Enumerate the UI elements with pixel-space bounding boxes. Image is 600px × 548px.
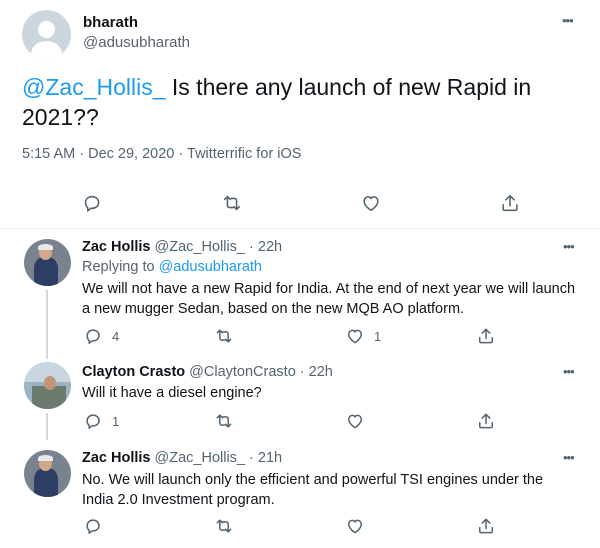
tweet-time[interactable]: 5:15 AM <box>22 146 75 162</box>
author-handle[interactable]: @adusubharath <box>83 34 190 51</box>
avatar-shape <box>38 244 53 250</box>
share-button[interactable] <box>476 516 496 536</box>
reply-time[interactable]: 22h <box>258 239 282 255</box>
reply-header: Zac Hollis @Zac_Hollis_ · 22h <box>82 239 282 255</box>
main-action-bar <box>0 188 600 218</box>
share-icon <box>479 328 493 344</box>
tweet-text-line1: Is there any launch of new Rapid in <box>165 74 532 100</box>
author-name[interactable]: bharath <box>83 14 138 31</box>
default-avatar[interactable] <box>22 10 71 59</box>
reply-icon <box>86 329 100 344</box>
reply-author-handle[interactable]: @Zac_Hollis_ <box>155 450 245 466</box>
reply-tweet[interactable]: Clayton Crasto @ClaytonCrasto · 22h ••• … <box>0 359 600 440</box>
retweet-button[interactable] <box>214 516 243 536</box>
like-button[interactable] <box>360 192 382 214</box>
reply-button[interactable] <box>81 192 103 214</box>
heart-icon <box>363 196 379 212</box>
reply-tweet[interactable]: Zac Hollis @Zac_Hollis_ · 22h ••• Replyi… <box>0 229 600 359</box>
more-icon[interactable]: ••• <box>563 365 575 378</box>
reply-button[interactable] <box>83 516 112 536</box>
reply-icon <box>84 195 100 212</box>
more-icon[interactable]: ••• <box>563 240 575 253</box>
reply-text: Will it have a diesel engine? <box>82 383 587 403</box>
retweet-icon <box>223 195 241 211</box>
avatar-shape <box>34 468 58 497</box>
reply-time[interactable]: 22h <box>309 364 333 380</box>
reply-text-line1: Will it have a diesel engine? <box>82 385 262 401</box>
reply-icon <box>86 414 100 429</box>
tweet-client: Twitterrific for iOS <box>187 146 302 162</box>
like-button[interactable] <box>345 516 374 536</box>
avatar[interactable] <box>24 450 71 497</box>
reply-tweet[interactable]: Zac Hollis @Zac_Hollis_ · 21h ••• No. We… <box>0 440 600 548</box>
replying-to-link[interactable]: @adusubharath <box>159 259 262 275</box>
heart-icon <box>348 329 362 344</box>
replying-to: Replying to @adusubharath <box>82 259 262 275</box>
reply-count: 1 <box>112 413 120 429</box>
main-tweet: bharath @adusubharath ••• @Zac_Hollis_ I… <box>0 0 600 229</box>
reply-button[interactable]: 4 <box>83 326 119 346</box>
meta-separator: · <box>178 146 184 162</box>
reply-text-line2: a new mugger Sedan, based on the new MQB… <box>82 301 465 317</box>
avatar-body-shape <box>31 41 62 59</box>
retweet-icon <box>216 414 232 428</box>
avatar-shape <box>38 455 53 461</box>
thread-line <box>46 413 48 440</box>
reply-time[interactable]: 21h <box>258 450 282 466</box>
reply-text-line1: No. We will launch only the efficient an… <box>82 472 544 488</box>
tweet-text-line2: 2021?? <box>22 104 99 130</box>
reply-author-name[interactable]: Zac Hollis <box>82 239 151 255</box>
share-icon <box>479 413 493 429</box>
reply-author-handle[interactable]: @ClaytonCrasto <box>189 364 296 380</box>
heart-icon <box>348 414 362 429</box>
reply-text: No. We will launch only the efficient an… <box>82 470 587 510</box>
avatar-shape <box>44 376 56 390</box>
reply-text-line2: India 2.0 Investment program. <box>82 492 275 508</box>
retweet-icon <box>216 329 232 343</box>
avatar-head-shape <box>38 21 55 38</box>
replying-to-label: Replying to <box>82 259 155 275</box>
share-icon <box>502 194 518 212</box>
tweet-meta: 5:15 AM · Dec 29, 2020 · Twitterrific fo… <box>22 146 301 162</box>
reply-author-name[interactable]: Clayton Crasto <box>82 364 185 380</box>
header-separator: · <box>249 450 254 466</box>
tweet-date[interactable]: Dec 29, 2020 <box>88 146 174 162</box>
thread-line <box>46 290 48 359</box>
retweet-button[interactable] <box>221 192 243 214</box>
share-button[interactable] <box>476 326 496 346</box>
header-separator: · <box>249 239 254 255</box>
retweet-button[interactable] <box>214 411 243 431</box>
retweet-icon <box>216 519 232 533</box>
reply-text: We will not have a new Rapid for India. … <box>82 279 587 319</box>
share-button[interactable] <box>499 192 521 214</box>
like-button[interactable] <box>345 411 374 431</box>
like-count: 1 <box>374 328 382 344</box>
reply-icon <box>86 519 100 534</box>
reply-author-handle[interactable]: @Zac_Hollis_ <box>155 239 245 255</box>
tweet-text: @Zac_Hollis_ Is there any launch of new … <box>22 72 582 132</box>
header-separator: · <box>299 364 305 380</box>
reply-author-name[interactable]: Zac Hollis <box>82 450 151 466</box>
reply-header: Zac Hollis @Zac_Hollis_ · 21h <box>82 450 282 466</box>
reply-button[interactable]: 1 <box>83 411 119 431</box>
like-button[interactable]: 1 <box>345 326 381 346</box>
avatar-shape <box>34 257 58 286</box>
reply-text-line1: We will not have a new Rapid for India. … <box>82 281 576 297</box>
share-button[interactable] <box>476 411 496 431</box>
avatar[interactable] <box>24 362 71 409</box>
reply-header: Clayton Crasto @ClaytonCrasto · 22h <box>82 364 333 380</box>
mention-link[interactable]: @Zac_Hollis_ <box>22 74 166 100</box>
share-icon <box>479 518 493 534</box>
avatar[interactable] <box>24 239 71 286</box>
heart-icon <box>348 519 362 534</box>
more-icon[interactable]: ••• <box>562 14 574 27</box>
retweet-button[interactable] <box>214 326 243 346</box>
reply-count: 4 <box>112 328 120 344</box>
more-icon[interactable]: ••• <box>563 451 575 464</box>
meta-separator: · <box>79 146 85 162</box>
